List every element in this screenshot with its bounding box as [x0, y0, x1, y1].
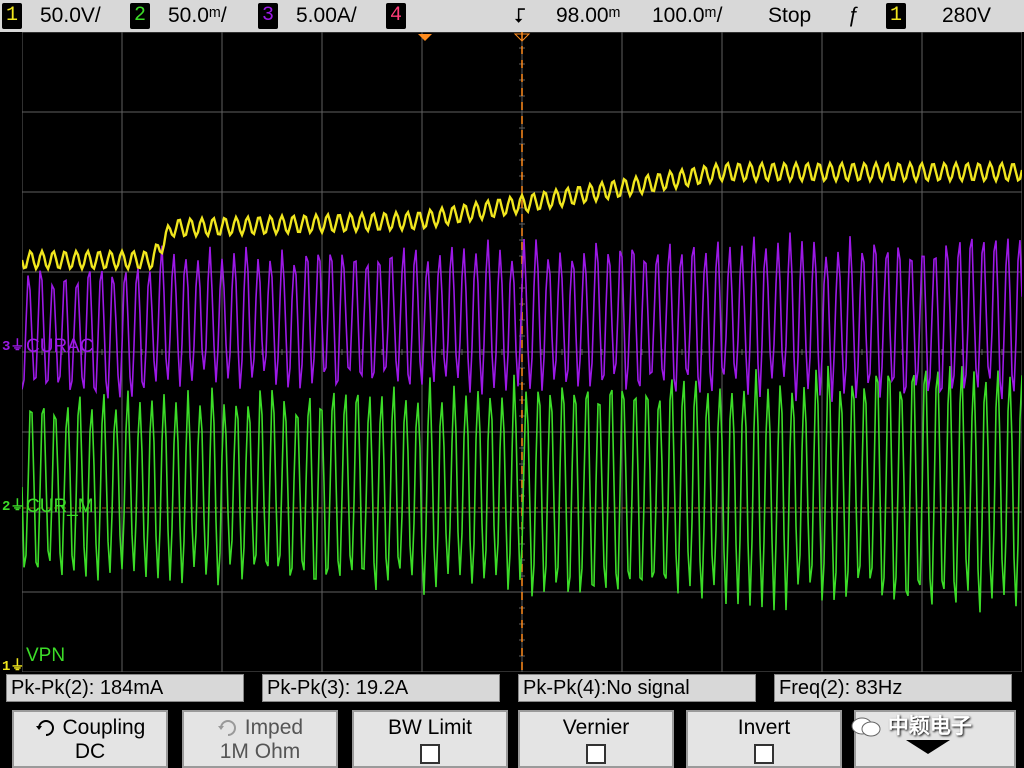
measurement-pkpk-ch4: Pk-Pk(4):No signal — [518, 674, 756, 702]
imped-button[interactable]: Imped 1M Ohm — [182, 710, 338, 768]
arrow-down-icon — [906, 740, 950, 754]
ch1-trace-label: VPN — [26, 645, 66, 666]
rotate-knob-icon — [217, 720, 236, 737]
trigger-source[interactable]: 1 — [886, 3, 906, 29]
delay-value: 98.00ᵐ — [556, 4, 621, 27]
invert-checkbox[interactable] — [754, 744, 774, 764]
waveform-display[interactable] — [22, 32, 1022, 672]
ch1-ground-marker: 1⏚ — [2, 659, 25, 675]
watermark: 中颖电子 — [850, 710, 972, 740]
ch3-ground-marker: 3⏚ — [2, 339, 25, 355]
coupling-button[interactable]: Coupling DC — [12, 710, 168, 768]
delay-marker-icon: ⮦ — [514, 5, 526, 27]
ch2-ground-marker: 2⏚ — [2, 499, 25, 515]
ch1-scale: 50.0V/ — [40, 4, 101, 27]
measurement-freq-ch2: Freq(2): 83Hz — [774, 674, 1012, 702]
ch3-indicator[interactable]: 3 — [258, 3, 278, 29]
trigger-point-marker — [418, 34, 432, 41]
vernier-checkbox[interactable] — [586, 744, 606, 764]
vernier-button[interactable]: Vernier — [518, 710, 674, 768]
bw-limit-checkbox[interactable] — [420, 744, 440, 764]
ch2-indicator[interactable]: 2 — [130, 3, 150, 29]
ch2-scale: 50.0ᵐ/ — [168, 4, 227, 27]
ch3-scale: 5.00A/ — [296, 4, 357, 27]
ch1-indicator[interactable]: 1 — [2, 3, 22, 29]
rotate-knob-icon — [35, 720, 54, 737]
ch4-indicator[interactable]: 4 — [386, 3, 406, 29]
run-state: Stop — [768, 4, 812, 27]
measurement-pkpk-ch2: Pk-Pk(2): 184mA — [6, 674, 244, 702]
measurement-pkpk-ch3: Pk-Pk(3): 19.2A — [262, 674, 500, 702]
ch3-trace-label: CURAC — [26, 336, 94, 357]
trigger-level: 280V — [942, 4, 992, 27]
invert-button[interactable]: Invert — [686, 710, 842, 768]
trigger-slope-icon: ƒ — [848, 4, 860, 27]
ch2-trace-label: CUR_M — [26, 496, 94, 517]
bw-limit-button[interactable]: BW Limit — [352, 710, 508, 768]
graticule — [22, 32, 1022, 672]
status-bar: 1 50.0V/ 2 50.0ᵐ/ 3 5.00A/ 4 ⮦ 98.00ᵐ 10… — [0, 0, 1024, 32]
wechat-icon — [850, 716, 882, 738]
trigger-level-marker: T▸ — [6, 207, 22, 223]
timebase-value: 100.0ᵐ/ — [652, 4, 723, 27]
